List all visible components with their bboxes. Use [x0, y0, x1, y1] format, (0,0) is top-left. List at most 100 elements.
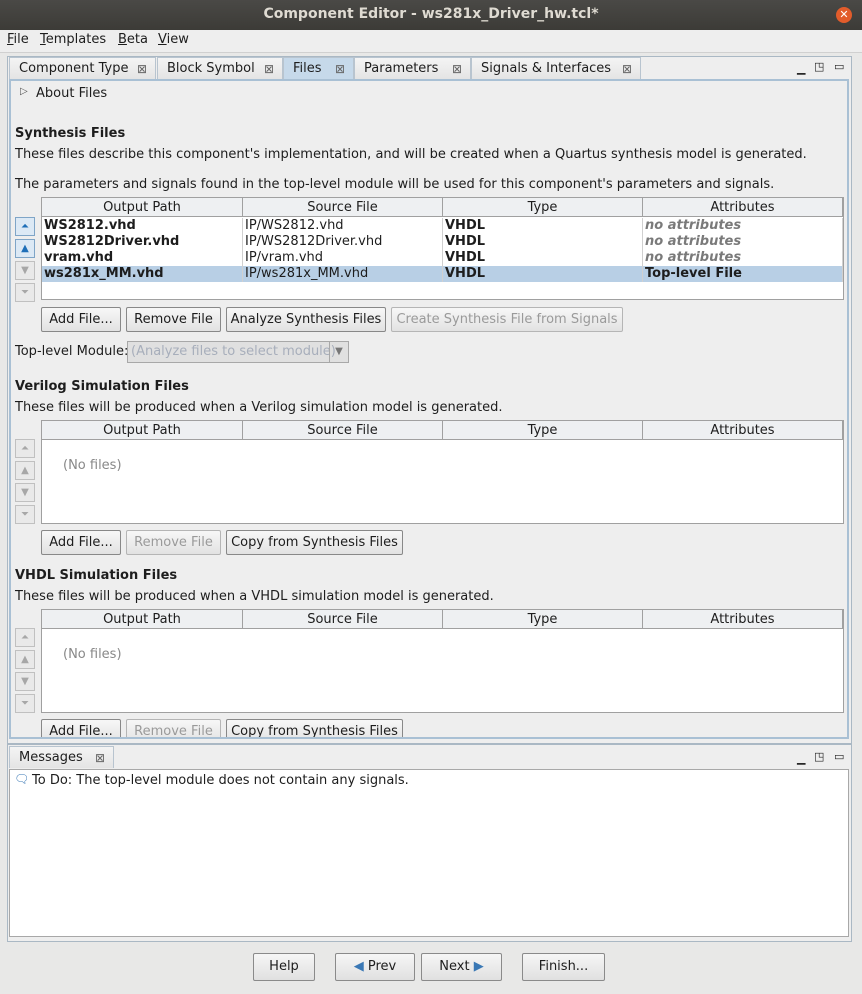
synthesis-desc2: The parameters and signals found in the … — [15, 177, 775, 192]
move-up-icon[interactable]: ▲ — [15, 650, 35, 669]
tab-signals-interfaces[interactable]: Signals & Interfaces ⊠ — [471, 57, 641, 79]
next-label: Next — [439, 959, 470, 974]
move-down-icon[interactable]: ▼ — [15, 261, 35, 280]
vhdl-title: VHDL Simulation Files — [15, 568, 178, 583]
close-tab-icon[interactable]: ⊠ — [95, 747, 105, 769]
column-header[interactable]: Type — [443, 421, 643, 440]
tab-block-symbol[interactable]: Block Symbol ⊠ — [157, 57, 283, 79]
column-header[interactable]: Type — [443, 610, 643, 629]
close-tab-icon[interactable]: ⊠ — [452, 58, 462, 80]
move-down-icon[interactable]: ▼ — [15, 672, 35, 691]
tab-parameters[interactable]: Parameters ⊠ — [354, 57, 471, 79]
move-top-icon[interactable]: ⏶ — [15, 217, 35, 236]
move-up-icon[interactable]: ▲ — [15, 239, 35, 258]
close-tab-icon[interactable]: ⊠ — [335, 58, 345, 80]
synthesis-table[interactable]: Output Path Source File Type Attributes … — [41, 197, 844, 300]
move-down-icon[interactable]: ▼ — [15, 483, 35, 502]
finish-button[interactable]: Finish... — [522, 953, 605, 981]
menu-beta[interactable]: Beta — [118, 32, 148, 47]
maximize-icon[interactable]: ▭ — [834, 750, 844, 763]
remove-file-button[interactable]: Remove File — [126, 530, 221, 555]
menu-templates[interactable]: Templates — [40, 32, 106, 47]
attributes-cell: Top-level File — [643, 266, 843, 282]
tab-label: Component Type — [19, 61, 129, 76]
tab-messages[interactable]: Messages ⊠ — [9, 746, 114, 768]
create-synthesis-file-button[interactable]: Create Synthesis File from Signals — [391, 307, 623, 332]
vhdl-table[interactable]: Output Path Source File Type Attributes … — [41, 609, 844, 713]
move-up-icon[interactable]: ▲ — [15, 461, 35, 480]
window-title: Component Editor - ws281x_Driver_hw.tcl* — [263, 6, 599, 22]
minimize-icon[interactable]: ▁ — [797, 62, 805, 75]
messages-list: 🗨 To Do: The top-level module does not c… — [9, 769, 849, 937]
speech-bubble-icon: 🗨 — [14, 772, 30, 786]
tab-label: Messages — [19, 750, 83, 765]
analyze-synthesis-files-button[interactable]: Analyze Synthesis Files — [226, 307, 386, 332]
top-level-module-select[interactable]: (Analyze files to select module) ▼ — [127, 341, 349, 363]
remove-file-button[interactable]: Remove File — [126, 719, 221, 737]
close-tab-icon[interactable]: ⊠ — [264, 58, 274, 80]
column-header[interactable]: Output Path — [42, 610, 243, 629]
float-icon[interactable]: ◳ — [814, 60, 824, 73]
add-file-button[interactable]: Add File... — [41, 719, 121, 737]
column-header[interactable]: Source File — [243, 198, 443, 217]
about-files[interactable]: About Files — [36, 86, 107, 101]
prev-button[interactable]: ◀ Prev — [335, 953, 415, 981]
column-header[interactable]: Output Path — [42, 421, 243, 440]
tab-label: Signals & Interfaces — [481, 61, 612, 76]
copy-from-synthesis-button[interactable]: Copy from Synthesis Files — [226, 530, 403, 555]
expand-icon[interactable]: ▷ — [20, 86, 28, 97]
table-row[interactable]: WS2812Driver.vhd IP/WS2812Driver.vhd VHD… — [42, 234, 843, 250]
tab-label: Parameters — [364, 61, 439, 76]
type-cell: VHDL — [443, 266, 643, 282]
move-bottom-icon[interactable]: ⏷ — [15, 694, 35, 713]
move-top-icon[interactable]: ⏶ — [15, 439, 35, 458]
column-header[interactable]: Attributes — [643, 198, 843, 217]
title-bar: Component Editor - ws281x_Driver_hw.tcl*… — [0, 0, 862, 30]
output-path-cell: vram.vhd — [42, 250, 243, 266]
chevron-down-icon[interactable]: ▼ — [329, 342, 348, 362]
next-button[interactable]: Next ▶ — [421, 953, 502, 981]
add-file-button[interactable]: Add File... — [41, 307, 121, 332]
source-file-cell: IP/WS2812.vhd — [243, 218, 443, 234]
column-header[interactable]: Type — [443, 198, 643, 217]
column-header[interactable]: Output Path — [42, 198, 243, 217]
output-path-cell: WS2812Driver.vhd — [42, 234, 243, 250]
table-row-selected[interactable]: ws281x_MM.vhd IP/ws281x_MM.vhd VHDL Top-… — [42, 266, 843, 282]
add-file-button[interactable]: Add File... — [41, 530, 121, 555]
column-header[interactable]: Attributes — [643, 610, 843, 629]
empty-state: (No files) — [63, 458, 122, 473]
column-header[interactable]: Source File — [243, 421, 443, 440]
float-icon[interactable]: ◳ — [814, 750, 824, 763]
remove-file-button[interactable]: Remove File — [126, 307, 221, 332]
tab-component-type[interactable]: Component Type ⊠ — [9, 57, 156, 79]
table-row[interactable]: vram.vhd IP/vram.vhd VHDL no attributes — [42, 250, 843, 266]
verilog-title: Verilog Simulation Files — [15, 379, 189, 394]
top-level-module-label: Top-level Module: — [15, 344, 129, 359]
column-header[interactable]: Attributes — [643, 421, 843, 440]
help-button[interactable]: Help — [253, 953, 315, 981]
attributes-cell: no attributes — [643, 218, 843, 234]
copy-from-synthesis-button[interactable]: Copy from Synthesis Files — [226, 719, 403, 737]
column-header[interactable]: Source File — [243, 610, 443, 629]
close-tab-icon[interactable]: ⊠ — [622, 58, 632, 80]
minimize-icon[interactable]: ▁ — [797, 752, 805, 765]
move-top-icon[interactable]: ⏶ — [15, 628, 35, 647]
verilog-table[interactable]: Output Path Source File Type Attributes … — [41, 420, 844, 524]
table-row[interactable]: WS2812.vhd IP/WS2812.vhd VHDL no attribu… — [42, 218, 843, 234]
arrow-right-icon: ▶ — [473, 959, 484, 974]
type-cell: VHDL — [443, 218, 643, 234]
source-file-cell: IP/ws281x_MM.vhd — [243, 266, 443, 282]
menu-file[interactable]: File — [7, 32, 29, 47]
synthesis-desc1: These files describe this component's im… — [15, 147, 807, 162]
maximize-icon[interactable]: ▭ — [834, 60, 844, 73]
move-bottom-icon[interactable]: ⏷ — [15, 283, 35, 302]
close-window-button[interactable]: ✕ — [836, 7, 852, 23]
empty-state: (No files) — [63, 647, 122, 662]
menu-view[interactable]: View — [158, 32, 189, 47]
close-tab-icon[interactable]: ⊠ — [137, 58, 147, 80]
verilog-desc: These files will be produced when a Veri… — [15, 400, 503, 415]
source-file-cell: IP/vram.vhd — [243, 250, 443, 266]
type-cell: VHDL — [443, 234, 643, 250]
tab-files[interactable]: Files ⊠ — [283, 57, 354, 79]
move-bottom-icon[interactable]: ⏷ — [15, 505, 35, 524]
